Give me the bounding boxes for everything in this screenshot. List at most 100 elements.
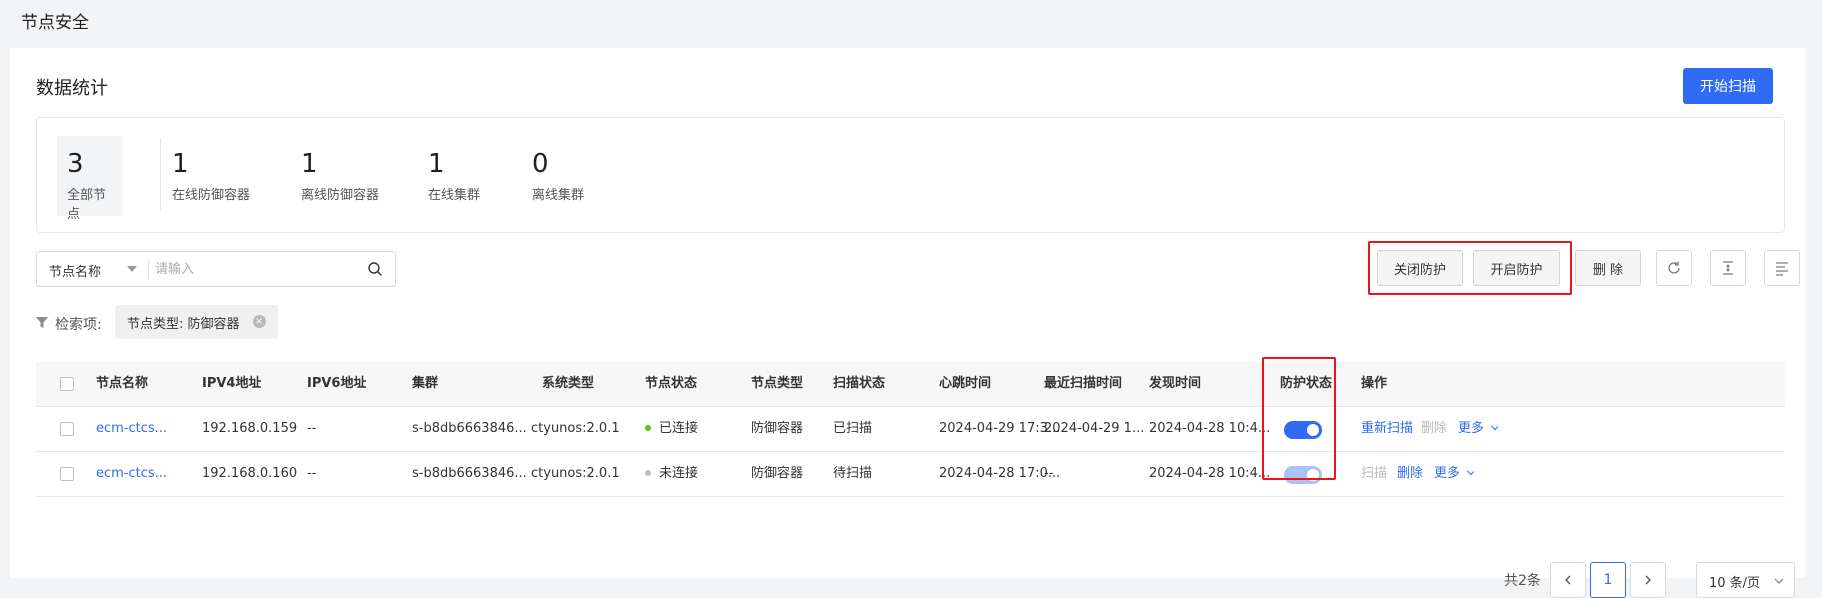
filter-label: 检索项: [55, 317, 102, 333]
column-header: 发现时间 [1149, 376, 1202, 391]
more-dropdown[interactable]: 更多 [1434, 452, 1475, 496]
node-name-link[interactable]: ecm-ctcs... [96, 452, 167, 496]
delete-link: 删除 [1421, 421, 1448, 436]
delete-button[interactable]: 删 除 [1575, 250, 1641, 286]
prev-page-button[interactable] [1550, 562, 1586, 598]
chevron-down-icon [1774, 578, 1784, 584]
status-dot-icon [645, 469, 651, 476]
scan-status-cell: 已扫描 [833, 421, 873, 436]
filter-tag: 节点类型: 防御容器 × [115, 305, 278, 339]
refresh-icon [1668, 261, 1680, 274]
os-cell: ctyunos:2.0.1 [531, 421, 620, 436]
status-cell: 未连接 [645, 452, 698, 496]
table-row: ecm-ctcs... 192.168.0.159 -- s-b8db66638… [36, 407, 1785, 452]
last-scan-cell: -- [1044, 466, 1054, 481]
caret-down-icon [127, 266, 137, 272]
filter-tag-label: 节点类型: 防御容器 [127, 317, 240, 332]
heartbeat-cell: 2024-04-29 17:3... [939, 421, 1061, 436]
ipv6-cell: -- [307, 421, 317, 436]
main-card: 数据统计 开始扫描 3 全部节点 1 在线防御容器 1 离线防御容器 1 在线集… [10, 48, 1805, 598]
stat-label: 离线防御容器 [301, 188, 380, 203]
page-button[interactable]: 1 [1590, 562, 1626, 598]
stat-offline-clusters[interactable]: 0 离线集群 [522, 136, 594, 216]
column-header: 操作 [1361, 376, 1388, 391]
cluster-cell: s-b8db6663846... [412, 421, 527, 436]
chevron-right-icon [1645, 575, 1651, 585]
highlight-box-protection-column [1262, 357, 1336, 480]
table-row: ecm-ctcs... 192.168.0.160 -- s-b8db66638… [36, 452, 1785, 497]
search-field-label: 节点名称 [49, 265, 102, 280]
row-checkbox[interactable] [60, 422, 74, 436]
stat-value: 1 [301, 149, 318, 179]
search-icon[interactable] [367, 261, 383, 277]
close-icon[interactable]: × [252, 315, 266, 328]
start-scan-button[interactable]: 开始扫描 [1683, 68, 1773, 104]
stat-all-nodes[interactable]: 3 全部节点 [57, 136, 123, 222]
column-settings-icon [1776, 262, 1788, 276]
chevron-down-icon [1490, 421, 1499, 431]
column-header: IPV4地址 [202, 376, 262, 391]
divider [148, 260, 149, 280]
density-button[interactable] [1710, 250, 1746, 286]
column-header: 系统类型 [542, 376, 595, 391]
ipv4-cell: 192.168.0.159 [202, 421, 298, 436]
stat-label: 在线集群 [428, 188, 481, 203]
refresh-button[interactable] [1656, 250, 1692, 286]
scan-status-cell: 待扫描 [833, 466, 873, 481]
disable-protection-button[interactable]: 关闭防护 [1377, 250, 1463, 286]
last-scan-cell: 2024-04-29 1... [1044, 421, 1145, 436]
found-time-cell: 2024-04-28 10:4... [1149, 466, 1271, 481]
stat-online-clusters[interactable]: 1 在线集群 [418, 136, 490, 216]
node-type-cell: 防御容器 [751, 466, 804, 481]
section-title: 数据统计 [36, 78, 108, 99]
status-text: 未连接 [659, 466, 699, 481]
search-field-select[interactable]: 节点名称 [37, 252, 147, 286]
column-header: 心跳时间 [939, 376, 992, 391]
status-text: 已连接 [659, 421, 699, 436]
search-input[interactable] [155, 256, 355, 282]
next-page-button[interactable] [1630, 562, 1666, 598]
rescan-link[interactable]: 重新扫描 [1361, 407, 1413, 451]
row-checkbox[interactable] [60, 467, 74, 481]
more-dropdown[interactable]: 更多 [1458, 407, 1499, 451]
ipv6-cell: -- [307, 466, 317, 481]
stat-value: 0 [532, 149, 549, 179]
column-header: 节点状态 [645, 376, 698, 391]
column-settings-button[interactable] [1764, 250, 1800, 286]
stat-offline-defenders[interactable]: 1 离线防御容器 [291, 136, 389, 216]
status-cell: 已连接 [645, 407, 698, 451]
page-size-select[interactable]: 10 条/页 [1696, 562, 1795, 598]
stat-value: 1 [428, 149, 445, 179]
column-header: 最近扫描时间 [1044, 376, 1123, 391]
select-all-checkbox[interactable] [60, 377, 74, 391]
node-name-link[interactable]: ecm-ctcs... [96, 407, 167, 451]
filter-icon [36, 317, 48, 328]
stat-label: 离线集群 [532, 188, 585, 203]
page-size-label: 10 条/页 [1709, 576, 1761, 591]
enable-protection-button[interactable]: 开启防护 [1473, 250, 1560, 286]
column-header: 节点名称 [96, 376, 149, 391]
column-header: 扫描状态 [833, 376, 886, 391]
pagination-total: 共2条 [1504, 573, 1541, 589]
stat-label: 全部节点 [67, 188, 107, 222]
divider [160, 138, 161, 210]
stats-panel: 3 全部节点 1 在线防御容器 1 离线防御容器 1 在线集群 0 离线集群 [36, 117, 1785, 233]
more-label: 更多 [1434, 466, 1461, 481]
column-header: 集群 [412, 376, 439, 391]
stat-online-defenders[interactable]: 1 在线防御容器 [162, 136, 260, 216]
stat-value: 1 [172, 149, 189, 179]
column-header: 节点类型 [751, 376, 804, 391]
cluster-cell: s-b8db6663846... [412, 466, 527, 481]
more-label: 更多 [1458, 421, 1485, 436]
stat-label: 在线防御容器 [172, 188, 251, 203]
column-header: IPV6地址 [307, 376, 367, 391]
os-cell: ctyunos:2.0.1 [531, 466, 620, 481]
status-dot-icon [645, 424, 651, 431]
column-height-icon [1723, 261, 1733, 275]
scan-link: 扫描 [1361, 466, 1388, 481]
delete-link[interactable]: 删除 [1397, 452, 1423, 496]
heartbeat-cell: 2024-04-28 17:0... [939, 466, 1061, 481]
stat-value: 3 [67, 149, 84, 179]
chevron-down-icon [1466, 466, 1475, 476]
search-bar: 节点名称 [36, 251, 396, 287]
